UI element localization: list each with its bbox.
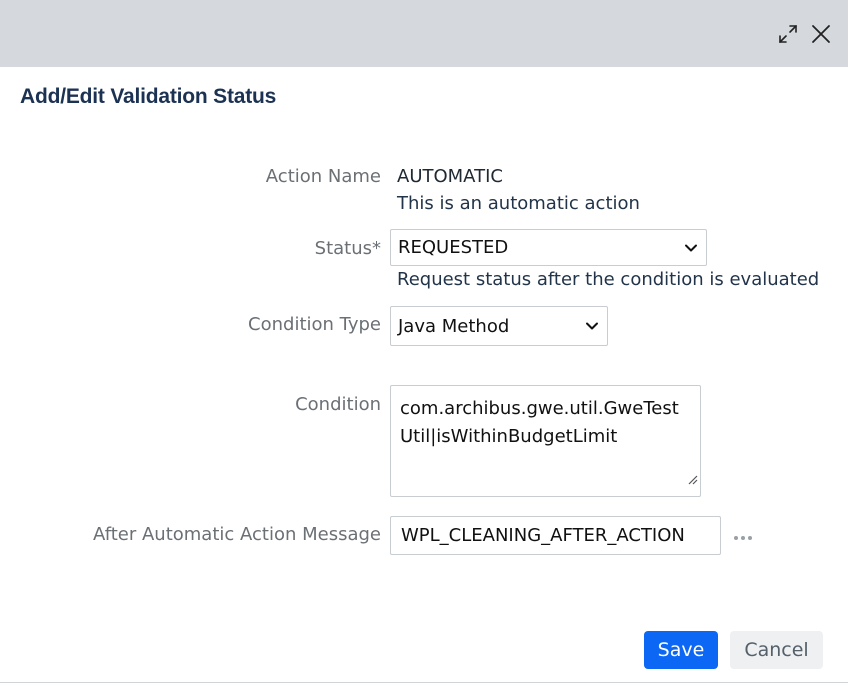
expand-icon[interactable] bbox=[774, 20, 802, 48]
chevron-down-icon bbox=[585, 319, 599, 333]
cancel-button[interactable]: Cancel bbox=[730, 631, 823, 669]
action-name-value: AUTOMATIC bbox=[397, 166, 503, 187]
after-message-input[interactable]: WPL_CLEANING_AFTER_ACTION bbox=[390, 516, 721, 555]
status-hint: Request status after the condition is ev… bbox=[397, 269, 820, 290]
status-label: Status* bbox=[314, 238, 381, 259]
save-button[interactable]: Save bbox=[644, 631, 718, 669]
status-select[interactable]: REQUESTED bbox=[390, 229, 707, 266]
condition-type-label: Condition Type bbox=[248, 314, 381, 335]
condition-textarea[interactable]: com.archibus.gwe.util.GweTestUtil|isWith… bbox=[390, 385, 701, 497]
after-message-value: WPL_CLEANING_AFTER_ACTION bbox=[401, 525, 685, 546]
condition-type-selected-value: Java Method bbox=[398, 315, 510, 337]
resize-handle-icon[interactable] bbox=[686, 466, 698, 494]
chevron-down-icon bbox=[684, 241, 698, 255]
dialog-title: Add/Edit Validation Status bbox=[20, 85, 277, 108]
action-name-description: This is an automatic action bbox=[397, 193, 640, 214]
ellipsis-icon[interactable] bbox=[732, 528, 754, 547]
condition-type-select[interactable]: Java Method bbox=[390, 306, 608, 346]
status-selected-value: REQUESTED bbox=[398, 237, 509, 258]
action-name-label: Action Name bbox=[265, 166, 381, 187]
condition-text: com.archibus.gwe.util.GweTestUtil|isWith… bbox=[400, 398, 679, 447]
after-message-label: After Automatic Action Message bbox=[93, 524, 381, 545]
dialog-titlebar bbox=[0, 0, 848, 67]
close-icon[interactable] bbox=[807, 20, 835, 48]
condition-label: Condition bbox=[295, 394, 381, 415]
